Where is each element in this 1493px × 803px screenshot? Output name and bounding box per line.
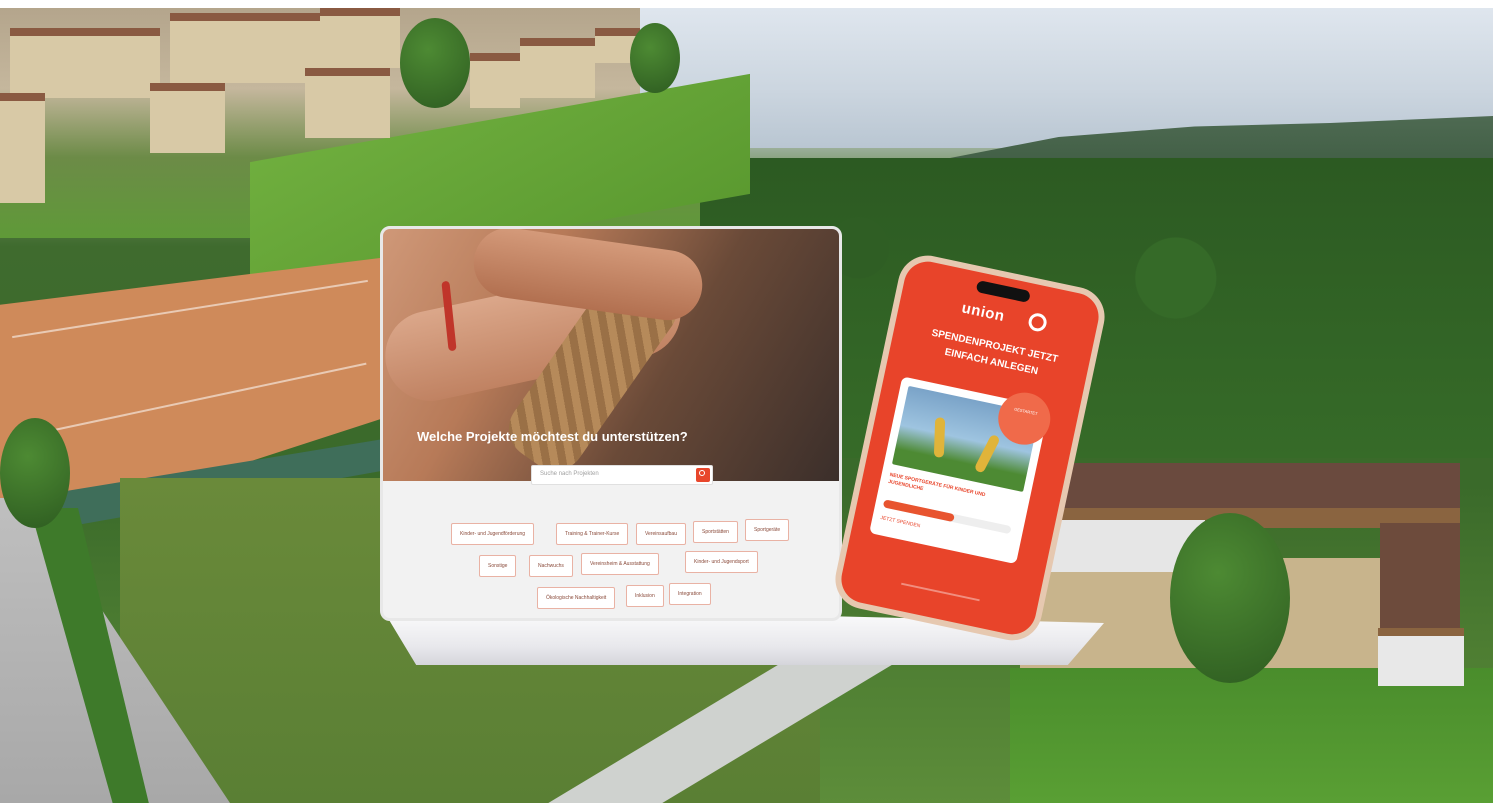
home-indicator	[901, 582, 980, 602]
search-button[interactable]	[696, 468, 710, 482]
category-tag[interactable]: Sportgeräte	[745, 519, 790, 541]
tree	[1170, 513, 1290, 683]
category-tag[interactable]: Ökologische Nachhaltigkeit	[537, 587, 616, 609]
category-tag[interactable]: Integration	[669, 583, 711, 605]
category-tag[interactable]: Nachwuchs	[529, 555, 573, 577]
hero-title: Welche Projekte möchtest du unterstützen…	[417, 429, 688, 444]
category-tag[interactable]: Vereinsaufbau	[636, 523, 686, 545]
category-tag[interactable]: Training & Trainer-Kurse	[556, 523, 629, 545]
house	[470, 53, 520, 108]
apartment-building	[170, 13, 320, 83]
search-icon	[699, 470, 705, 476]
stable-side-roof	[1380, 523, 1460, 643]
phone-screen: union SPENDENPROJEKT JETZT EINFACH ANLEG…	[836, 257, 1104, 639]
phone-frame: union SPENDENPROJEKT JETZT EINFACH ANLEG…	[829, 250, 1111, 646]
union-logo-icon	[1026, 311, 1049, 333]
search-placeholder: Suche nach Projekten	[540, 471, 599, 477]
stable-side-wall	[1378, 628, 1464, 686]
donate-link[interactable]: JETZT SPENDEN	[880, 515, 921, 529]
category-tag[interactable]: Kinder- und Jugendförderung	[451, 523, 535, 545]
apartment-building	[10, 28, 160, 98]
house	[150, 83, 225, 153]
category-tag[interactable]: Sonstige	[479, 555, 517, 577]
project-search-input[interactable]: Suche nach Projekten	[531, 465, 713, 485]
dynamic-island	[975, 280, 1031, 303]
house	[520, 38, 595, 98]
category-tag-list: Kinder- und Jugendförderung Training & T…	[423, 511, 823, 618]
hero-image: Welche Projekte möchtest du unterstützen…	[383, 229, 839, 483]
lawn	[1010, 668, 1493, 803]
category-tag[interactable]: Sportstätten	[693, 521, 738, 543]
tree	[0, 418, 70, 528]
apartment-building	[320, 8, 400, 68]
category-tag[interactable]: Inklusion	[626, 585, 664, 607]
tree	[630, 23, 680, 93]
stable-roof	[1060, 463, 1460, 508]
laptop-screen: Welche Projekte möchtest du unterstützen…	[380, 226, 842, 621]
house	[305, 68, 390, 138]
phone-headline: SPENDENPROJEKT JETZT EINFACH ANLEGEN	[930, 327, 1059, 378]
laptop-mockup: Welche Projekte möchtest du unterstützen…	[380, 226, 842, 621]
athlete-figure	[933, 417, 946, 458]
category-tag[interactable]: Kinder- und Jugendsport	[685, 551, 758, 573]
athlete-figure	[973, 433, 1001, 474]
union-logo: union	[960, 299, 1007, 326]
category-tag[interactable]: Vereinsheim & Ausstattung	[581, 553, 659, 575]
house	[0, 93, 45, 203]
tree	[400, 18, 470, 108]
